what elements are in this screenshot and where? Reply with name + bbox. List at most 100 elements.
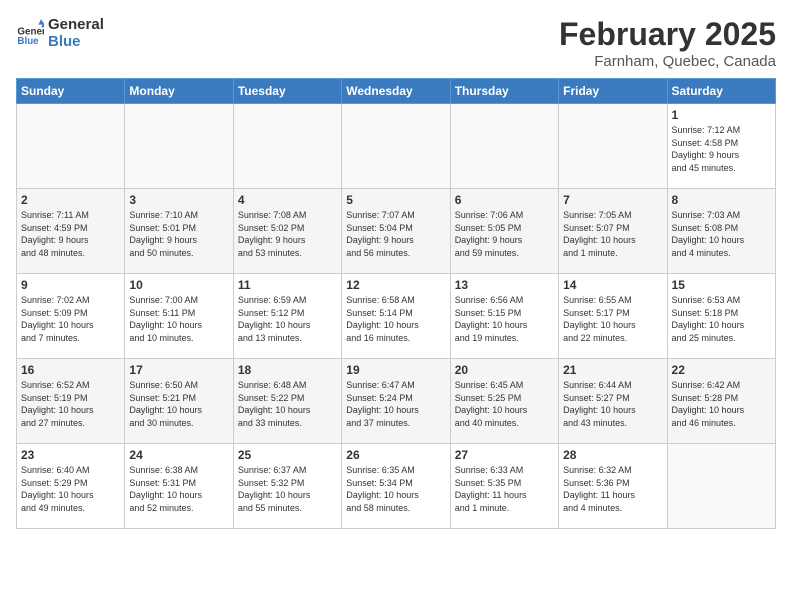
day-number: 14 xyxy=(563,278,662,292)
calendar-cell: 19 Sunrise: 6:47 AM Sunset: 5:24 PM Dayli… xyxy=(342,359,450,444)
calendar-cell: 8 Sunrise: 7:03 AM Sunset: 5:08 PM Daylig… xyxy=(667,189,775,274)
day-number: 10 xyxy=(129,278,228,292)
calendar-cell xyxy=(450,104,558,189)
weekday-header-tuesday: Tuesday xyxy=(233,79,341,104)
day-info: Sunrise: 6:59 AM Sunset: 5:12 PM Dayligh… xyxy=(238,294,337,344)
day-info: Sunrise: 7:11 AM Sunset: 4:59 PM Dayligh… xyxy=(21,209,120,259)
day-info: Sunrise: 7:02 AM Sunset: 5:09 PM Dayligh… xyxy=(21,294,120,344)
day-number: 20 xyxy=(455,363,554,377)
day-info: Sunrise: 7:07 AM Sunset: 5:04 PM Dayligh… xyxy=(346,209,445,259)
month-title: February 2025 xyxy=(559,16,776,53)
day-number: 13 xyxy=(455,278,554,292)
day-number: 23 xyxy=(21,448,120,462)
weekday-header-sunday: Sunday xyxy=(17,79,125,104)
logo-line2: Blue xyxy=(48,33,104,50)
day-number: 15 xyxy=(672,278,771,292)
calendar-cell: 7 Sunrise: 7:05 AM Sunset: 5:07 PM Daylig… xyxy=(559,189,667,274)
day-number: 27 xyxy=(455,448,554,462)
calendar-table: SundayMondayTuesdayWednesdayThursdayFrid… xyxy=(16,78,776,529)
calendar-cell: 5 Sunrise: 7:07 AM Sunset: 5:04 PM Daylig… xyxy=(342,189,450,274)
day-number: 21 xyxy=(563,363,662,377)
day-number: 25 xyxy=(238,448,337,462)
day-info: Sunrise: 6:52 AM Sunset: 5:19 PM Dayligh… xyxy=(21,379,120,429)
calendar-cell: 27 Sunrise: 6:33 AM Sunset: 5:35 PM Dayli… xyxy=(450,444,558,529)
calendar-cell xyxy=(17,104,125,189)
day-number: 9 xyxy=(21,278,120,292)
calendar-cell: 3 Sunrise: 7:10 AM Sunset: 5:01 PM Daylig… xyxy=(125,189,233,274)
day-number: 22 xyxy=(672,363,771,377)
day-number: 16 xyxy=(21,363,120,377)
day-info: Sunrise: 6:58 AM Sunset: 5:14 PM Dayligh… xyxy=(346,294,445,344)
day-info: Sunrise: 6:50 AM Sunset: 5:21 PM Dayligh… xyxy=(129,379,228,429)
day-info: Sunrise: 6:40 AM Sunset: 5:29 PM Dayligh… xyxy=(21,464,120,514)
day-info: Sunrise: 6:45 AM Sunset: 5:25 PM Dayligh… xyxy=(455,379,554,429)
day-number: 26 xyxy=(346,448,445,462)
day-number: 28 xyxy=(563,448,662,462)
calendar-cell xyxy=(342,104,450,189)
day-info: Sunrise: 7:12 AM Sunset: 4:58 PM Dayligh… xyxy=(672,124,771,174)
page-header: General Blue General Blue February 2025 … xyxy=(16,16,776,70)
day-info: Sunrise: 6:47 AM Sunset: 5:24 PM Dayligh… xyxy=(346,379,445,429)
day-info: Sunrise: 7:00 AM Sunset: 5:11 PM Dayligh… xyxy=(129,294,228,344)
day-info: Sunrise: 7:03 AM Sunset: 5:08 PM Dayligh… xyxy=(672,209,771,259)
day-number: 5 xyxy=(346,193,445,207)
day-number: 19 xyxy=(346,363,445,377)
calendar-cell: 11 Sunrise: 6:59 AM Sunset: 5:12 PM Dayli… xyxy=(233,274,341,359)
calendar-cell xyxy=(233,104,341,189)
day-info: Sunrise: 6:35 AM Sunset: 5:34 PM Dayligh… xyxy=(346,464,445,514)
calendar-cell: 24Sunrise: 6:38 AM Sunset: 5:31 PM Dayli… xyxy=(125,444,233,529)
day-number: 11 xyxy=(238,278,337,292)
calendar-cell: 18Sunrise: 6:48 AM Sunset: 5:22 PM Dayli… xyxy=(233,359,341,444)
calendar-cell: 4 Sunrise: 7:08 AM Sunset: 5:02 PM Daylig… xyxy=(233,189,341,274)
day-number: 3 xyxy=(129,193,228,207)
day-info: Sunrise: 6:33 AM Sunset: 5:35 PM Dayligh… xyxy=(455,464,554,514)
calendar-cell: 26 Sunrise: 6:35 AM Sunset: 5:34 PM Dayli… xyxy=(342,444,450,529)
day-info: Sunrise: 6:44 AM Sunset: 5:27 PM Dayligh… xyxy=(563,379,662,429)
day-number: 1 xyxy=(672,108,771,122)
day-info: Sunrise: 6:55 AM Sunset: 5:17 PM Dayligh… xyxy=(563,294,662,344)
calendar-cell: 17Sunrise: 6:50 AM Sunset: 5:21 PM Dayli… xyxy=(125,359,233,444)
calendar-cell: 25 Sunrise: 6:37 AM Sunset: 5:32 PM Dayli… xyxy=(233,444,341,529)
weekday-header-monday: Monday xyxy=(125,79,233,104)
calendar-cell: 13 Sunrise: 6:56 AM Sunset: 5:15 PM Dayli… xyxy=(450,274,558,359)
title-block: February 2025 Farnham, Quebec, Canada xyxy=(559,16,776,70)
calendar-cell xyxy=(125,104,233,189)
weekday-header-saturday: Saturday xyxy=(667,79,775,104)
day-info: Sunrise: 6:42 AM Sunset: 5:28 PM Dayligh… xyxy=(672,379,771,429)
calendar-cell: 6 Sunrise: 7:06 AM Sunset: 5:05 PM Daylig… xyxy=(450,189,558,274)
calendar-cell: 20 Sunrise: 6:45 AM Sunset: 5:25 PM Dayli… xyxy=(450,359,558,444)
day-info: Sunrise: 7:08 AM Sunset: 5:02 PM Dayligh… xyxy=(238,209,337,259)
svg-text:Blue: Blue xyxy=(17,36,39,47)
weekday-header-friday: Friday xyxy=(559,79,667,104)
calendar-cell: 16 Sunrise: 6:52 AM Sunset: 5:19 PM Dayli… xyxy=(17,359,125,444)
day-number: 2 xyxy=(21,193,120,207)
calendar-cell: 22 Sunrise: 6:42 AM Sunset: 5:28 PM Dayli… xyxy=(667,359,775,444)
calendar-cell: 14 Sunrise: 6:55 AM Sunset: 5:17 PM Dayli… xyxy=(559,274,667,359)
calendar-cell: 9 Sunrise: 7:02 AM Sunset: 5:09 PM Daylig… xyxy=(17,274,125,359)
calendar-cell xyxy=(667,444,775,529)
day-info: Sunrise: 7:06 AM Sunset: 5:05 PM Dayligh… xyxy=(455,209,554,259)
day-info: Sunrise: 7:05 AM Sunset: 5:07 PM Dayligh… xyxy=(563,209,662,259)
weekday-header-thursday: Thursday xyxy=(450,79,558,104)
day-info: Sunrise: 6:53 AM Sunset: 5:18 PM Dayligh… xyxy=(672,294,771,344)
day-number: 12 xyxy=(346,278,445,292)
day-number: 6 xyxy=(455,193,554,207)
day-number: 8 xyxy=(672,193,771,207)
calendar-cell: 10 Sunrise: 7:00 AM Sunset: 5:11 PM Dayli… xyxy=(125,274,233,359)
day-info: Sunrise: 6:38 AM Sunset: 5:31 PM Dayligh… xyxy=(129,464,228,514)
day-info: Sunrise: 6:32 AM Sunset: 5:36 PM Dayligh… xyxy=(563,464,662,514)
calendar-cell: 2 Sunrise: 7:11 AM Sunset: 4:59 PM Daylig… xyxy=(17,189,125,274)
day-number: 18 xyxy=(238,363,337,377)
day-info: Sunrise: 6:56 AM Sunset: 5:15 PM Dayligh… xyxy=(455,294,554,344)
calendar-cell: 21 Sunrise: 6:44 AM Sunset: 5:27 PM Dayli… xyxy=(559,359,667,444)
logo: General Blue General Blue xyxy=(16,16,104,50)
logo-icon: General Blue xyxy=(16,19,44,47)
day-number: 7 xyxy=(563,193,662,207)
day-info: Sunrise: 7:10 AM Sunset: 5:01 PM Dayligh… xyxy=(129,209,228,259)
logo-line1: General xyxy=(48,16,104,33)
calendar-cell: 28 Sunrise: 6:32 AM Sunset: 5:36 PM Dayli… xyxy=(559,444,667,529)
location: Farnham, Quebec, Canada xyxy=(559,53,776,70)
day-info: Sunrise: 6:37 AM Sunset: 5:32 PM Dayligh… xyxy=(238,464,337,514)
calendar-cell: 23 Sunrise: 6:40 AM Sunset: 5:29 PM Dayli… xyxy=(17,444,125,529)
day-number: 4 xyxy=(238,193,337,207)
